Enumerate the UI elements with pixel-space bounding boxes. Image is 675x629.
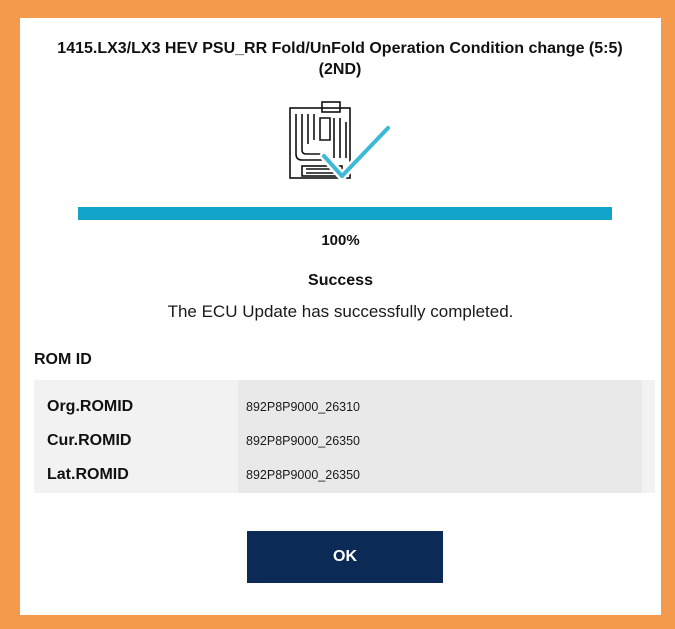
- progress-percent: 100%: [321, 232, 360, 249]
- rom-row-label: Org.ROMID: [47, 398, 134, 415]
- progress-bar: [78, 207, 612, 220]
- rom-row-label: Lat.ROMID: [47, 466, 129, 483]
- rom-id-heading: ROM ID: [34, 351, 92, 368]
- dialog-title: 1415.LX3/LX3 HEV PSU_RR Fold/UnFold Oper…: [57, 40, 623, 78]
- rom-row-lat: Lat.ROMID 892P8P9000_26350: [34, 460, 655, 490]
- rom-row-label: Cur.ROMID: [47, 432, 132, 449]
- rom-row-value: 892P8P9000_26350: [246, 434, 361, 448]
- rom-row-value: 892P8P9000_26310: [246, 400, 361, 414]
- window-frame: 1415.LX3/LX3 HEV PSU_RR Fold/UnFold Oper…: [0, 0, 675, 629]
- status-message: The ECU Update has successfully complete…: [167, 302, 514, 321]
- rom-row-value: 892P8P9000_26350: [246, 468, 361, 482]
- ok-button[interactable]: OK: [247, 531, 443, 583]
- ecu-update-check-icon: [284, 98, 404, 198]
- rom-row-org: Org.ROMID 892P8P9000_26310: [34, 392, 655, 422]
- progress-bar-fill: [78, 207, 612, 220]
- update-result-dialog: 1415.LX3/LX3 HEV PSU_RR Fold/UnFold Oper…: [20, 18, 661, 615]
- rom-id-table: Org.ROMID 892P8P9000_26310 Cur.ROMID 892…: [34, 380, 655, 493]
- status-title: Success: [308, 272, 373, 289]
- rom-row-cur: Cur.ROMID 892P8P9000_26350: [34, 426, 655, 456]
